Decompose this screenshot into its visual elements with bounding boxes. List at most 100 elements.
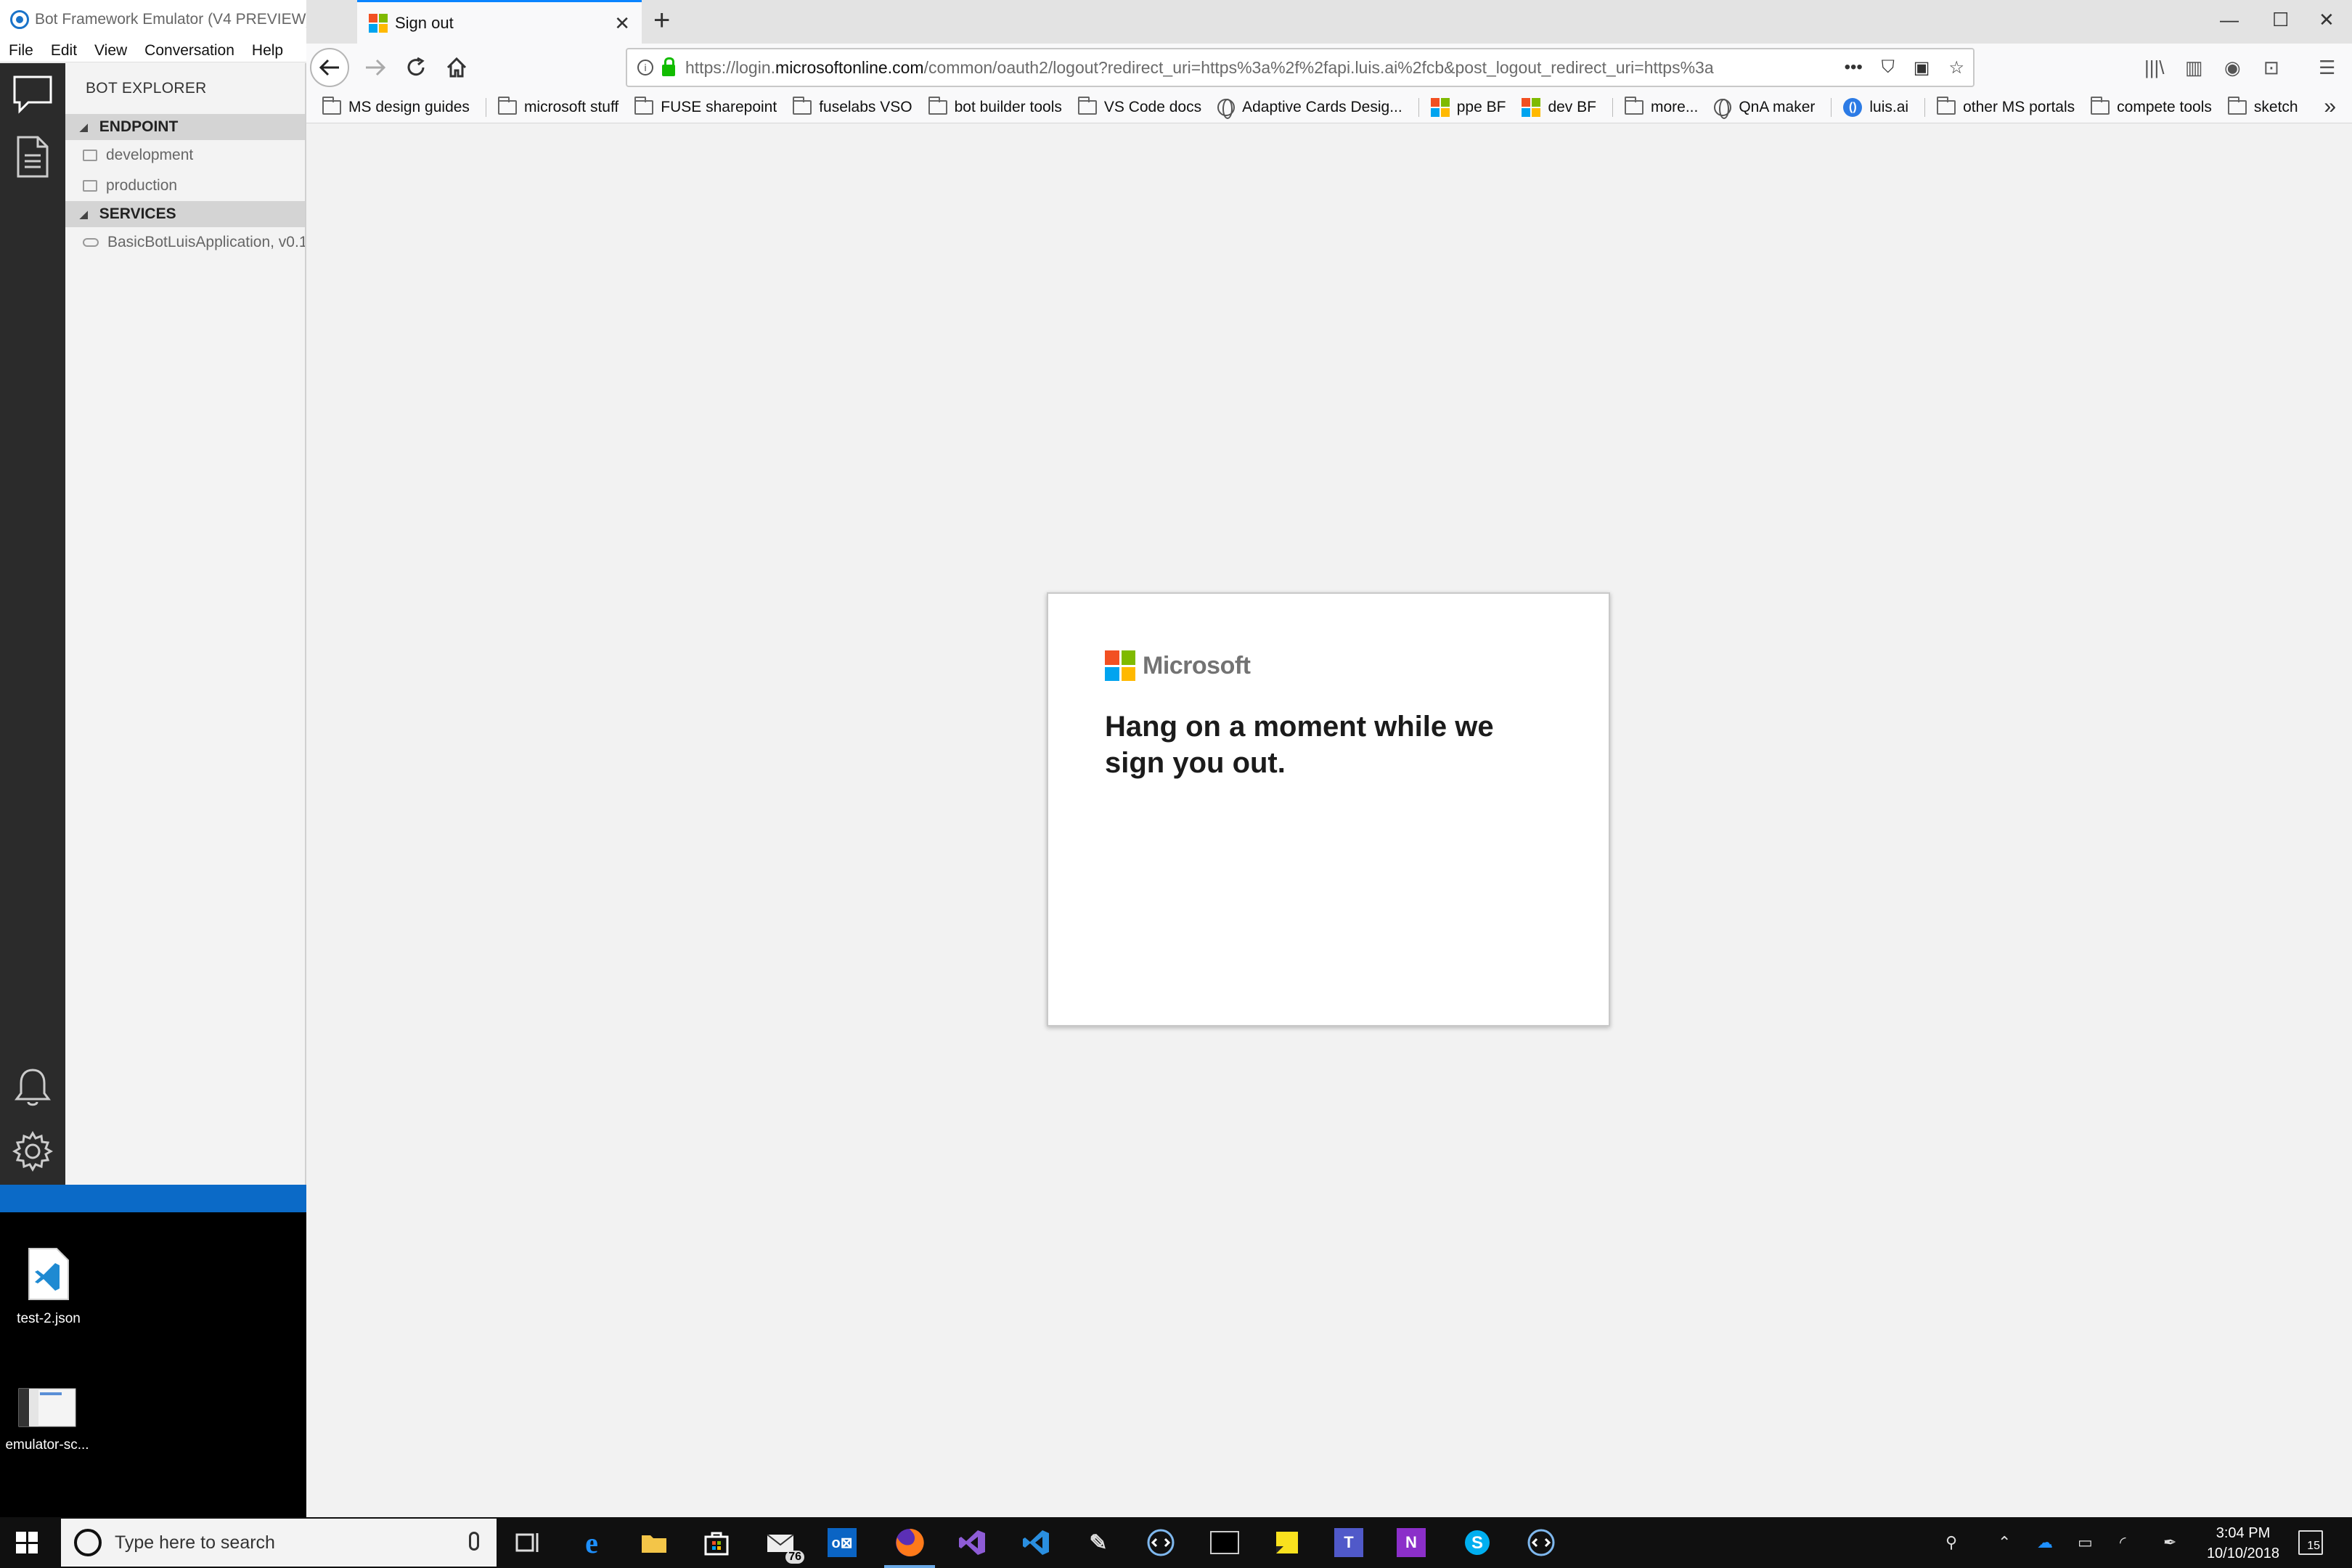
bookmark-item[interactable]: more... bbox=[1624, 96, 1698, 116]
clock-date: 10/10/2018 bbox=[2206, 1545, 2280, 1561]
store-icon[interactable] bbox=[700, 1526, 733, 1559]
bookmark-item[interactable]: ppe BF bbox=[1430, 97, 1506, 117]
bookmark-item[interactable]: () luis.ai bbox=[1843, 97, 1908, 117]
tab-sign-out[interactable]: Sign out ✕ bbox=[357, 0, 642, 44]
folder-icon bbox=[634, 96, 654, 115]
bookmark-item[interactable]: sketch bbox=[2227, 96, 2298, 116]
close-tab-icon[interactable]: ✕ bbox=[614, 12, 630, 35]
vscode-icon[interactable] bbox=[1019, 1526, 1053, 1559]
bookmarks-overflow-icon[interactable]: » bbox=[2324, 94, 2336, 119]
action-center-icon[interactable]: 15 bbox=[2298, 1530, 2323, 1555]
sticky-notes-icon[interactable] bbox=[1270, 1526, 1304, 1559]
people-icon[interactable]: ⚲ bbox=[1945, 1533, 1957, 1552]
sidebar-icon[interactable]: ▥ bbox=[2185, 57, 2203, 79]
page-actions-icon[interactable]: ••• bbox=[1845, 57, 1863, 78]
endpoint-section-label: ENDPOINT bbox=[99, 118, 179, 135]
services-section-header[interactable]: ◢ SERVICES bbox=[65, 201, 305, 227]
menu-conversation[interactable]: Conversation bbox=[144, 42, 234, 60]
close-window-icon[interactable]: ✕ bbox=[2319, 9, 2335, 31]
menu-file[interactable]: File bbox=[9, 42, 33, 60]
paint-icon[interactable]: ✎ bbox=[1082, 1526, 1115, 1559]
menu-hamburger-icon[interactable]: ☰ bbox=[2319, 57, 2335, 79]
services-section-label: SERVICES bbox=[99, 205, 176, 222]
folder-icon bbox=[497, 96, 517, 115]
desktop-icon-test-json[interactable]: test-2.json bbox=[1, 1247, 96, 1327]
info-icon[interactable]: i bbox=[637, 60, 653, 75]
desktop-icon-emulator-screenshot[interactable]: emulator-sc... bbox=[0, 1388, 94, 1453]
bookmark-item[interactable]: compete tools bbox=[2091, 96, 2212, 116]
bell-icon[interactable] bbox=[9, 1063, 57, 1111]
wifi-icon[interactable]: ◜ bbox=[2120, 1533, 2126, 1552]
address-bar[interactable]: i https://login. microsoftonline.com/comm… bbox=[626, 48, 1975, 87]
extension-icon[interactable]: ◉ bbox=[2224, 57, 2241, 79]
bookmark-star-icon[interactable]: ☆ bbox=[1948, 57, 1964, 78]
search-placeholder: Type here to search bbox=[115, 1532, 275, 1553]
pen-icon[interactable]: ✒ bbox=[2163, 1533, 2176, 1552]
start-button[interactable] bbox=[16, 1532, 38, 1553]
reader-view-icon[interactable]: ▣ bbox=[1914, 57, 1930, 78]
bookmark-item[interactable]: dev BF bbox=[1522, 97, 1596, 117]
taskbar-search[interactable]: Type here to search bbox=[61, 1519, 497, 1567]
bookmark-item[interactable]: other MS portals bbox=[1937, 96, 2075, 116]
tab-bar: Sign out ✕ + — ☐ ✕ bbox=[306, 0, 2352, 44]
endpoint-section-header[interactable]: ◢ ENDPOINT bbox=[65, 114, 305, 140]
cortana-icon[interactable] bbox=[74, 1529, 102, 1556]
bookmark-item[interactable]: FUSE sharepoint bbox=[634, 96, 777, 116]
browser-window: Sign out ✕ + — ☐ ✕ i https://login. micro… bbox=[306, 0, 2352, 1517]
file-explorer-icon[interactable] bbox=[637, 1526, 671, 1559]
link-icon bbox=[83, 238, 99, 247]
folder-icon bbox=[322, 96, 341, 115]
forward-button[interactable] bbox=[359, 51, 392, 84]
bookmark-item[interactable]: Adaptive Cards Desig... bbox=[1217, 98, 1402, 119]
task-view-icon[interactable] bbox=[511, 1526, 544, 1559]
dev-tools-icon[interactable]: ⊡ bbox=[2263, 57, 2279, 79]
library-icon[interactable]: |||\ bbox=[2144, 57, 2165, 79]
menu-view[interactable]: View bbox=[94, 42, 127, 60]
microsoft-icon bbox=[1430, 97, 1450, 117]
folder-icon bbox=[1624, 96, 1643, 115]
activity-rail bbox=[0, 63, 65, 1185]
edge-icon[interactable]: e bbox=[575, 1526, 608, 1559]
pocket-icon[interactable]: ⛉ bbox=[1882, 57, 1895, 78]
maximize-icon[interactable]: ☐ bbox=[2272, 9, 2289, 31]
outlook-icon[interactable]: o⊠ bbox=[828, 1528, 857, 1557]
menu-edit[interactable]: Edit bbox=[51, 42, 77, 60]
image-file-icon bbox=[0, 1388, 94, 1432]
bookmark-item[interactable]: VS Code docs bbox=[1077, 96, 1201, 116]
minimize-icon[interactable]: — bbox=[2220, 9, 2239, 31]
bookmark-item[interactable]: QnA maker bbox=[1714, 98, 1815, 119]
bot-emulator-2-icon[interactable] bbox=[1524, 1526, 1558, 1559]
battery-icon[interactable]: ▭ bbox=[2078, 1533, 2093, 1552]
gear-icon[interactable] bbox=[9, 1127, 57, 1175]
system-clock[interactable]: 3:04 PM 10/10/2018 bbox=[2200, 1523, 2287, 1564]
bookmark-item[interactable]: MS design guides bbox=[322, 96, 470, 116]
teams-icon[interactable]: T bbox=[1334, 1528, 1363, 1557]
collapse-triangle-icon: ◢ bbox=[80, 208, 88, 220]
emulator-title: Bot Framework Emulator (V4 PREVIEW) - bbox=[35, 11, 306, 28]
skype-icon[interactable]: S bbox=[1461, 1526, 1494, 1559]
svg-text:S: S bbox=[1471, 1533, 1483, 1553]
bot-emulator-icon[interactable] bbox=[1144, 1526, 1177, 1559]
bookmark-label: fuselabs VSO bbox=[819, 98, 912, 115]
bookmark-item[interactable]: bot builder tools bbox=[928, 96, 1062, 116]
terminal-icon[interactable] bbox=[1208, 1526, 1241, 1559]
bookmark-item[interactable]: fuselabs VSO bbox=[793, 96, 912, 116]
bookmark-item[interactable]: microsoft stuff bbox=[497, 96, 618, 116]
service-item-luis[interactable]: BasicBotLuisApplication, v0.1 bbox=[65, 227, 305, 258]
home-button[interactable] bbox=[440, 51, 473, 84]
show-hidden-icons-icon[interactable]: ⌃ bbox=[1998, 1533, 2011, 1552]
microphone-icon[interactable] bbox=[469, 1532, 479, 1551]
firefox-icon[interactable] bbox=[884, 1526, 935, 1568]
visual-studio-icon[interactable] bbox=[955, 1526, 989, 1559]
endpoint-item-development[interactable]: development bbox=[65, 140, 305, 171]
onedrive-icon[interactable]: ☁ bbox=[2037, 1533, 2053, 1552]
new-tab-button[interactable]: + bbox=[653, 6, 670, 35]
endpoint-item-production[interactable]: production bbox=[65, 171, 305, 201]
chat-icon[interactable] bbox=[9, 70, 57, 118]
onenote-icon[interactable]: N bbox=[1397, 1528, 1426, 1557]
reload-button[interactable] bbox=[399, 51, 433, 84]
menu-help[interactable]: Help bbox=[252, 42, 283, 60]
back-button[interactable] bbox=[310, 48, 349, 87]
mail-icon[interactable]: 76 bbox=[764, 1526, 804, 1564]
document-icon[interactable] bbox=[9, 133, 57, 181]
